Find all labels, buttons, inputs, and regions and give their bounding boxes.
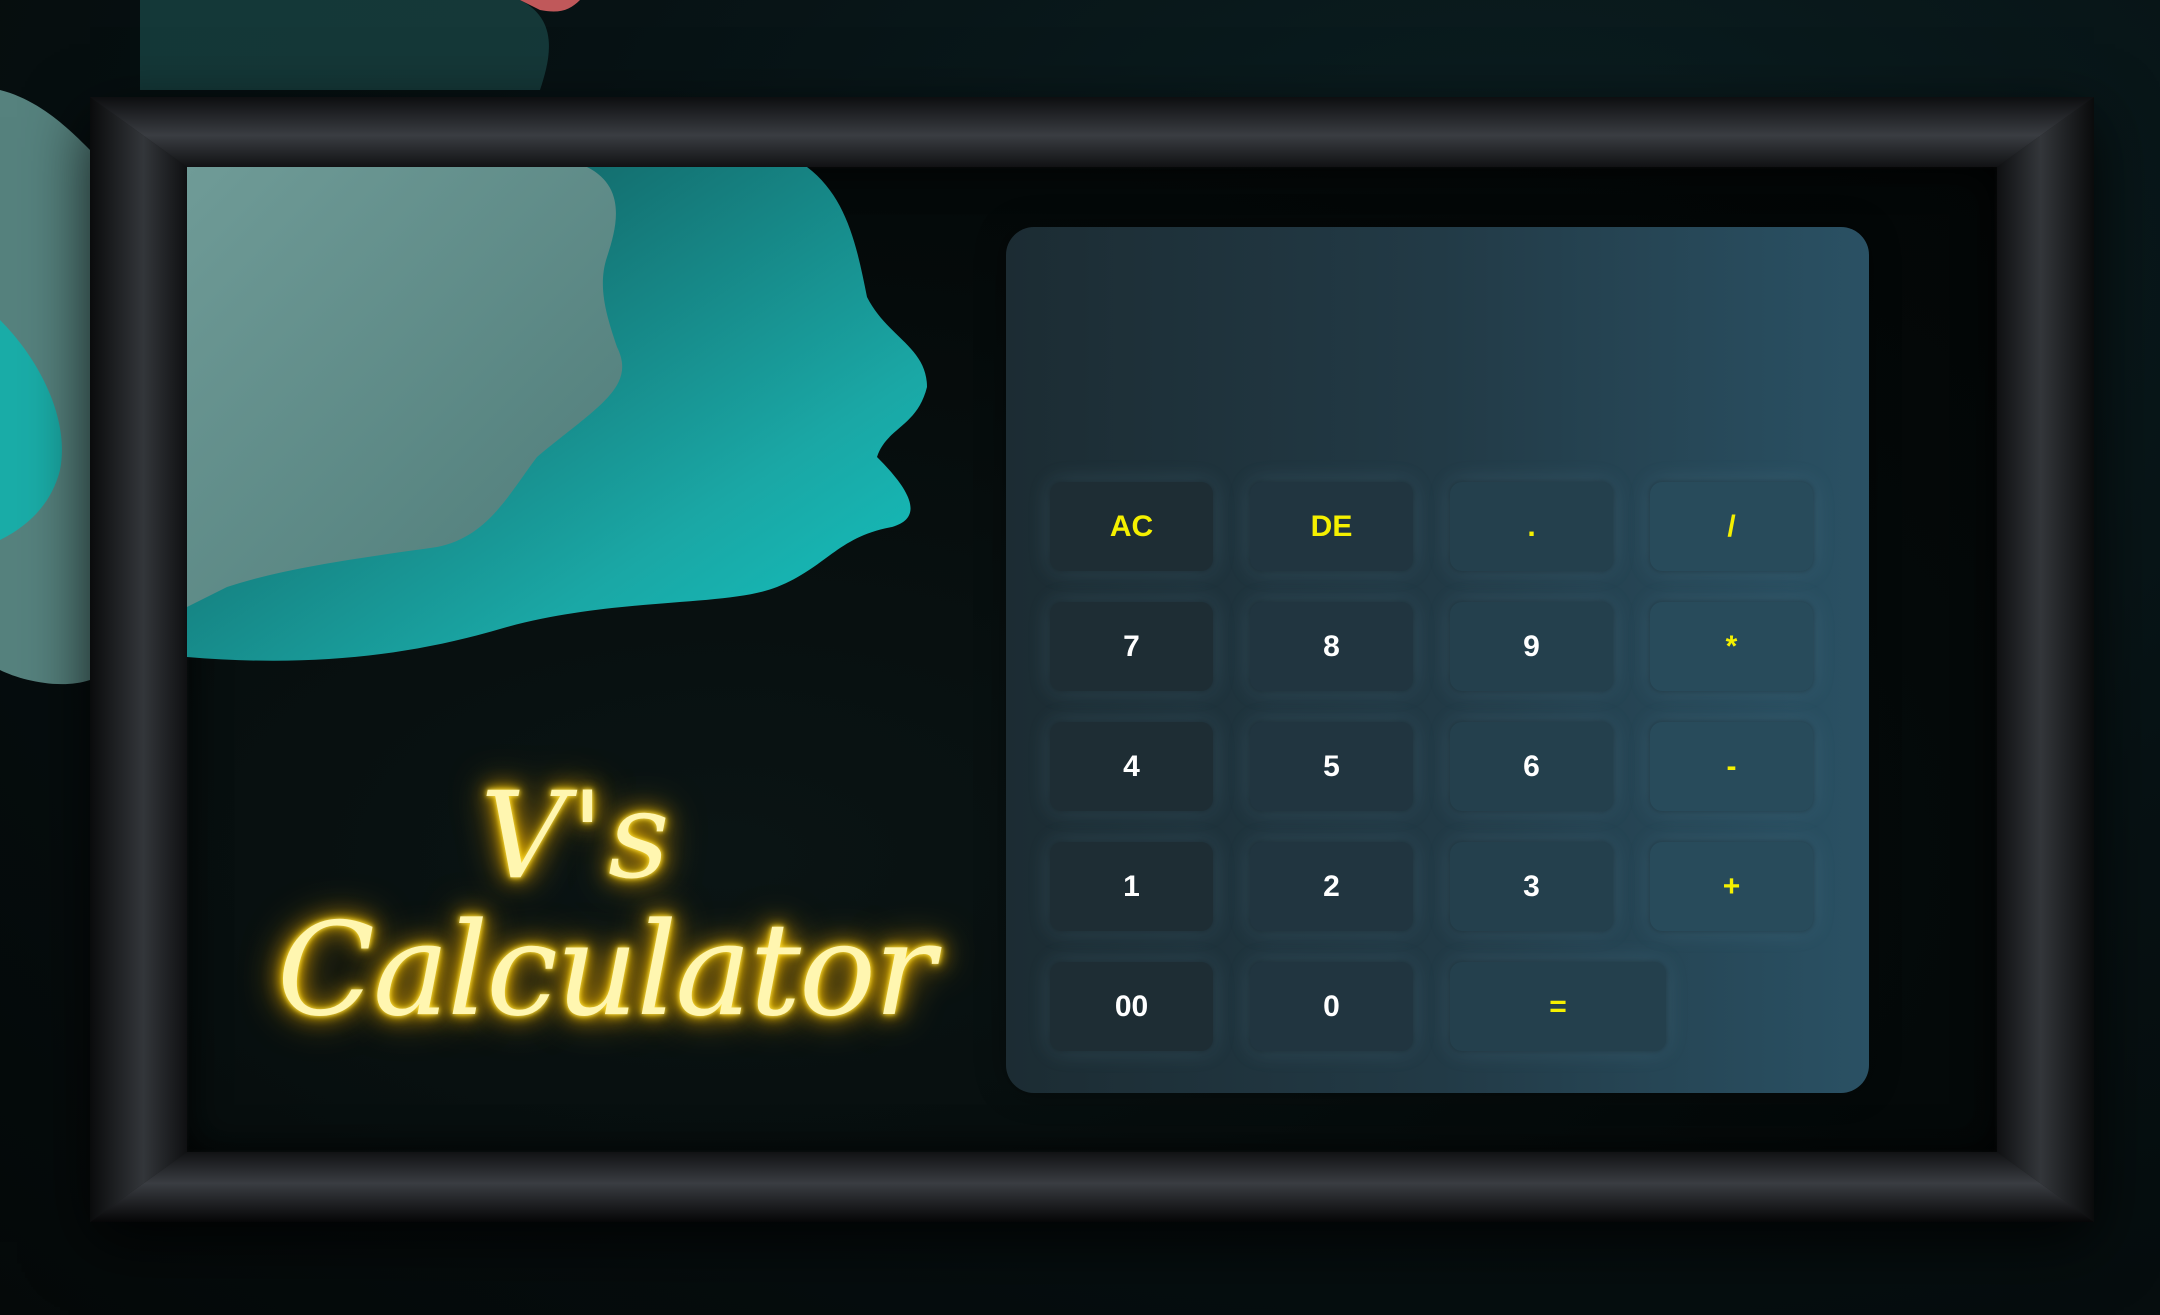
- digit-2-button[interactable]: 2: [1250, 842, 1413, 931]
- digit-6-button[interactable]: 6: [1450, 722, 1613, 811]
- multiply-button[interactable]: *: [1650, 602, 1813, 691]
- app-title-neon: V's Calculator: [277, 767, 935, 1045]
- title-line-1: V's: [480, 767, 674, 906]
- title-line-2: Calculator: [277, 896, 935, 1045]
- all-clear-button[interactable]: AC: [1050, 482, 1213, 571]
- subtract-button[interactable]: -: [1650, 722, 1813, 811]
- digit-5-button[interactable]: 5: [1250, 722, 1413, 811]
- digit-1-button[interactable]: 1: [1050, 842, 1213, 931]
- calculator-display: [1046, 267, 1826, 457]
- digit-3-button[interactable]: 3: [1450, 842, 1613, 931]
- delete-button[interactable]: DE: [1250, 482, 1413, 571]
- digit-9-button[interactable]: 9: [1450, 602, 1613, 691]
- equals-button[interactable]: =: [1450, 962, 1666, 1051]
- digit-8-button[interactable]: 8: [1250, 602, 1413, 691]
- calculator-panel: AC DE./7 8 9 * 4 5 6-1 2 3 +00 0 =: [1006, 227, 1869, 1093]
- add-button[interactable]: +: [1650, 842, 1813, 931]
- divide-button[interactable]: /: [1650, 482, 1813, 571]
- digit-4-button[interactable]: 4: [1050, 722, 1213, 811]
- double-zero-button[interactable]: 00: [1050, 962, 1213, 1051]
- digit-7-button[interactable]: 7: [1050, 602, 1213, 691]
- decimal-button[interactable]: .: [1450, 482, 1613, 571]
- digit-0-button[interactable]: 0: [1250, 962, 1413, 1051]
